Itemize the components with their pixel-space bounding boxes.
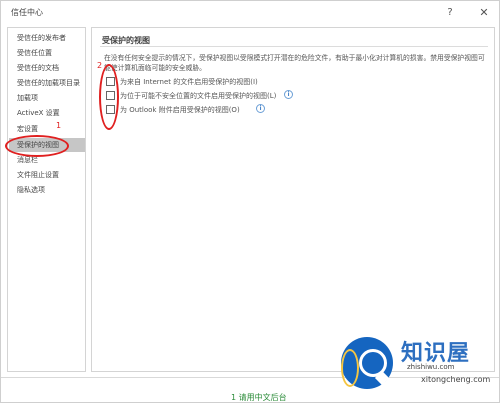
sidebar-item-trusted-locations[interactable]: 受信任位置: [9, 46, 85, 60]
close-icon[interactable]: ✕: [475, 4, 493, 22]
option-internet-files[interactable]: 为来自 Internet 的文件启用受保护的视图(I): [106, 76, 356, 88]
info-icon[interactable]: i: [284, 90, 293, 99]
annotation-marker-1: 1: [56, 121, 62, 130]
section-divider: [100, 46, 488, 47]
trust-center-dialog: 信任中心 ? ✕ 受信任的发布者 受信任位置 受信任的文档 受信任的加载项目录 …: [0, 0, 500, 403]
info-icon[interactable]: i: [256, 104, 265, 113]
option-unsafe-locations[interactable]: 为位于可能不安全位置的文件启用受保护的视图(L) i: [106, 90, 356, 102]
dialog-title: 信任中心: [11, 8, 43, 17]
sidebar-item-trusted-addin-catalogs[interactable]: 受信任的加载项目录: [9, 76, 85, 90]
section-title: 受保护的视图: [102, 36, 150, 45]
title-bar: 信任中心 ? ✕: [1, 1, 499, 25]
watermark-url-2: xitongcheng.com: [421, 375, 491, 384]
annotation-ring-sidebar: [5, 135, 69, 157]
sidebar-item-trusted-publishers[interactable]: 受信任的发布者: [9, 31, 85, 45]
option-outlook-attachments-label[interactable]: 为 Outlook 附件启用受保护的视图(O): [120, 105, 240, 115]
footer-partial-text: 1 请用中文后台: [231, 393, 287, 402]
sidebar-item-activex-settings[interactable]: ActiveX 设置: [9, 106, 85, 120]
option-unsafe-locations-label[interactable]: 为位于可能不安全位置的文件启用受保护的视图(L): [120, 91, 276, 101]
trust-center-sidebar: 受信任的发布者 受信任位置 受信任的文档 受信任的加载项目录 加载项 Activ…: [7, 27, 86, 372]
option-outlook-attachments[interactable]: 为 Outlook 附件启用受保护的视图(O) i: [106, 104, 356, 116]
watermark-url-1: zhishiwu.com: [407, 363, 455, 371]
sidebar-item-trusted-documents[interactable]: 受信任的文档: [9, 61, 85, 75]
help-icon[interactable]: ?: [441, 4, 459, 22]
section-description: 在没有任何安全提示的情况下，受保护视图以受限模式打开潜在的危险文件，有助于最小化…: [104, 54, 485, 72]
option-internet-files-label[interactable]: 为来自 Internet 的文件启用受保护的视图(I): [120, 77, 258, 87]
sidebar-item-addins[interactable]: 加载项: [9, 91, 85, 105]
sidebar-item-privacy-options[interactable]: 隐私选项: [9, 183, 85, 197]
annotation-marker-2: 2: [97, 61, 103, 70]
sidebar-item-macro-settings[interactable]: 宏设置: [9, 122, 85, 136]
annotation-ring-checkboxes: [99, 64, 119, 130]
sidebar-item-file-block-settings[interactable]: 文件阻止设置: [9, 168, 85, 182]
protected-view-panel: 受保护的视图 在没有任何安全提示的情况下，受保护视图以受限模式打开潜在的危险文件…: [91, 27, 495, 372]
watermark-yellow-ring: [341, 349, 359, 387]
